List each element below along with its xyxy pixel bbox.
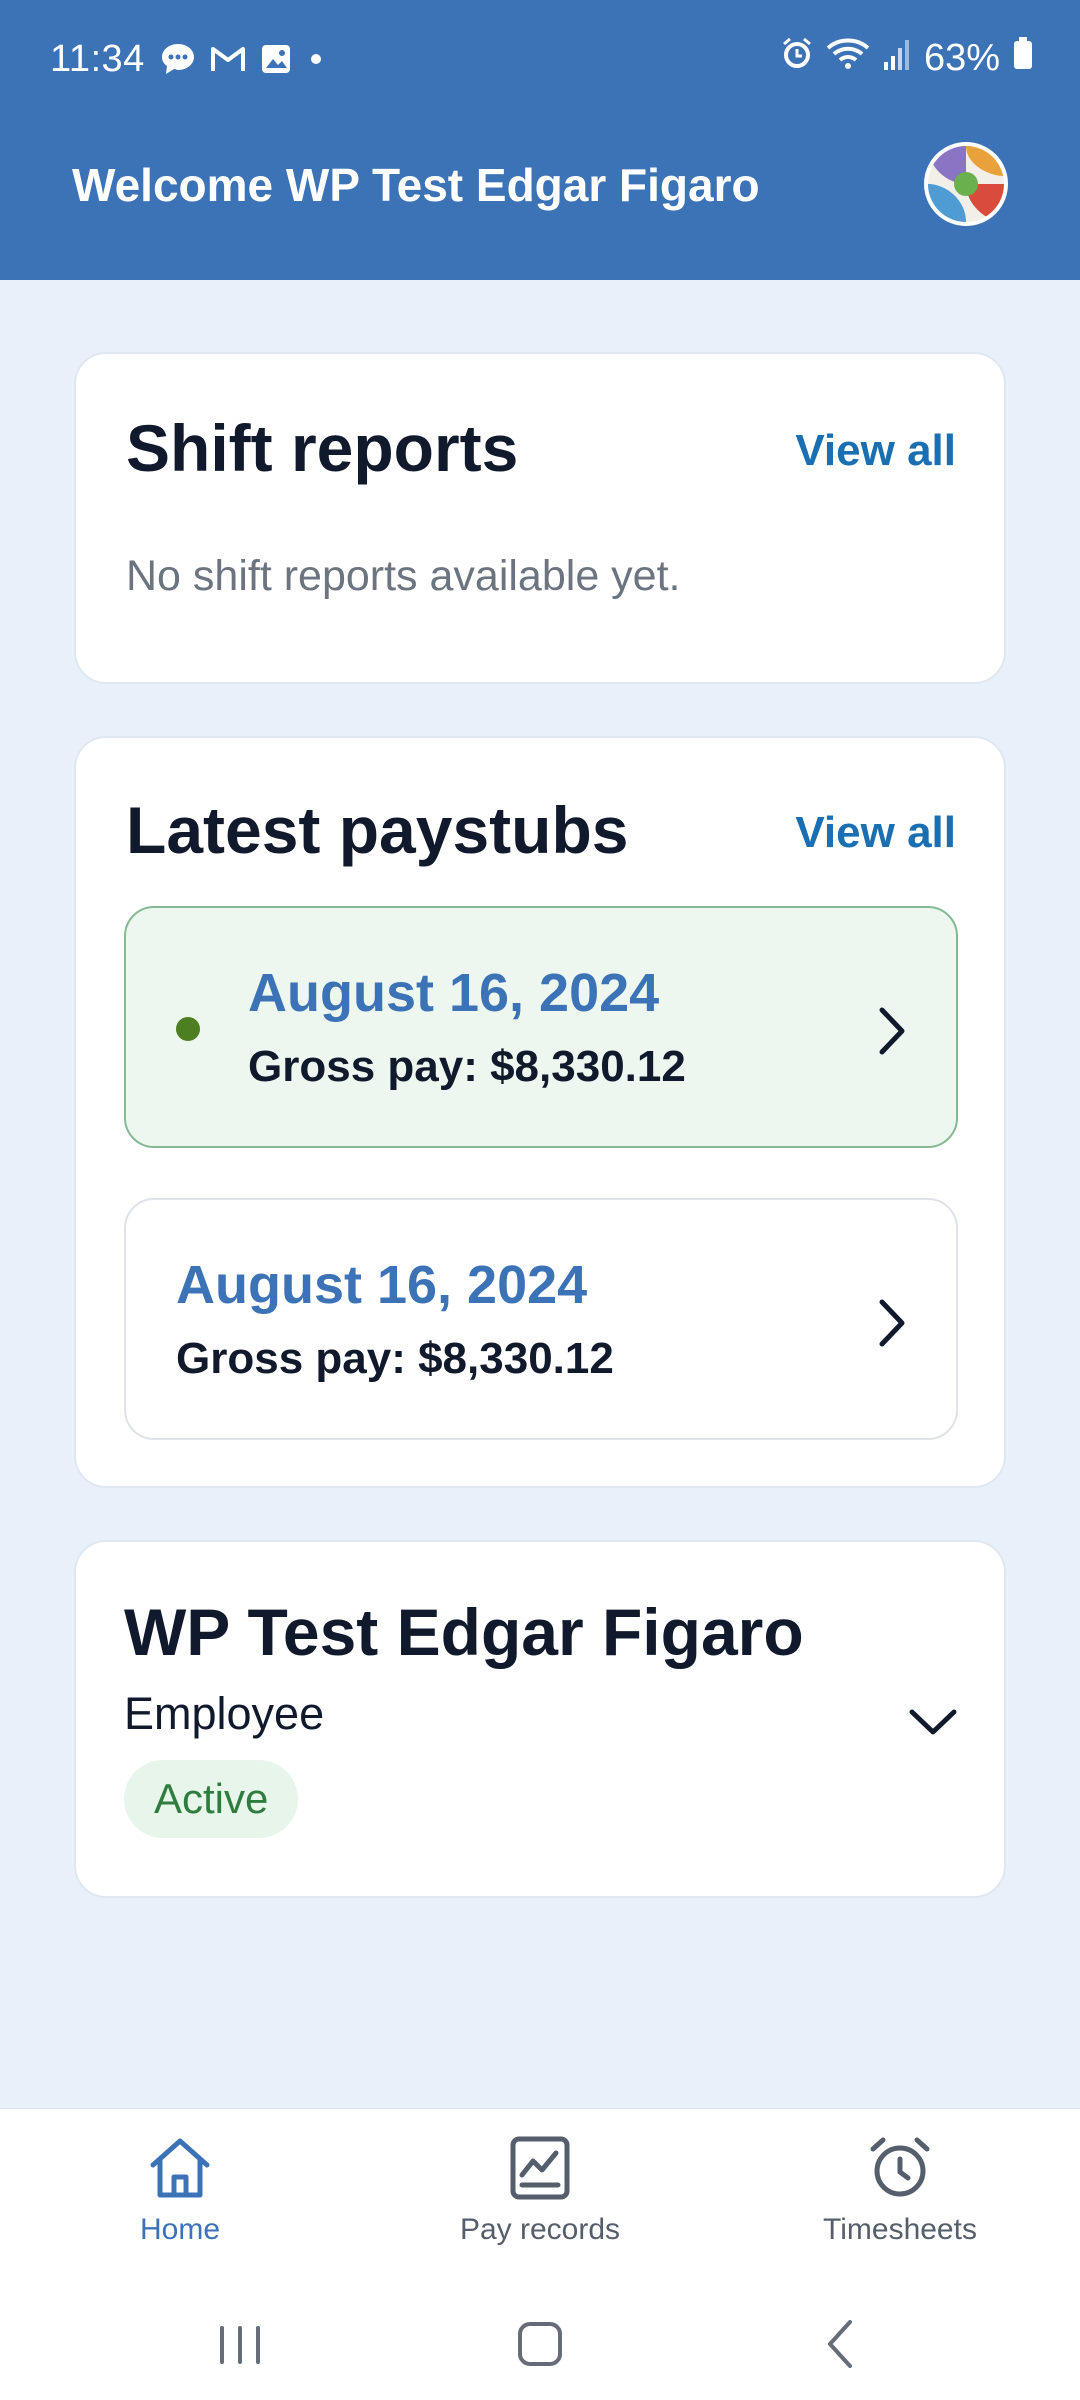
back-button[interactable] [780,2308,900,2380]
paystub-gross-pay: Gross pay: $8,330.12 [248,1042,686,1091]
avatar-pattern-icon [928,146,1004,222]
home-system-button[interactable] [480,2308,600,2380]
paystub-item[interactable]: August 16, 2024 Gross pay: $8,330.12 [124,1198,958,1440]
nav-item-pay-records[interactable]: Pay records [360,2109,720,2289]
alarm-clock-icon [870,2137,930,2197]
shift-reports-title: Shift reports [126,411,519,485]
status-badge: Active [124,1760,299,1838]
page-title: Welcome WP Test Edgar Figaro [72,159,760,211]
paystub-date: August 16, 2024 [248,963,660,1023]
unread-indicator-dot [176,1017,200,1041]
paystubs-view-all-link[interactable]: View all [795,808,956,858]
nav-label-home: Home [139,2213,221,2246]
avatar[interactable] [924,142,1008,226]
chart-icon [510,2136,570,2200]
profile-role: Employee [124,1688,325,1739]
chevron-down-icon[interactable] [906,1704,960,1740]
recent-apps-button[interactable] [180,2308,300,2380]
status-time: 11:34 [50,38,145,80]
chevron-right-icon [879,1007,905,1055]
signal-icon [882,37,912,80]
profile-card: WP Test Edgar Figaro Employee Active [74,1540,1006,1898]
bottom-nav: Home Pay records Timesheets [0,2108,1080,2288]
alarm-icon [780,36,814,80]
chevron-right-icon [879,1299,905,1347]
nav-item-timesheets[interactable]: Timesheets [720,2109,1080,2289]
nav-label-pay-records: Pay records [459,2213,621,2246]
battery-icon [1012,36,1034,80]
shift-reports-card: Shift reports View all No shift reports … [74,352,1006,684]
paystubs-title: Latest paystubs [126,793,629,867]
dot-icon [306,49,326,69]
gmail-icon [210,45,246,73]
profile-name: WP Test Edgar Figaro [124,1595,804,1669]
system-icons: 63% [780,36,1034,80]
gallery-icon [260,43,292,75]
battery-percent: 63% [923,36,1000,79]
paystub-gross-pay: Gross pay: $8,330.12 [176,1334,614,1383]
shift-reports-empty-message: No shift reports available yet. [126,552,681,600]
shift-reports-view-all-link[interactable]: View all [795,426,956,476]
wifi-icon [826,36,870,80]
paystub-item-latest[interactable]: August 16, 2024 Gross pay: $8,330.12 [124,906,958,1148]
system-nav-bar [0,2288,1080,2400]
chat-bubble-icon [160,42,196,76]
notification-icons [160,42,326,76]
status-bar: 11:34 63% [0,0,1080,120]
paystub-date: August 16, 2024 [176,1255,588,1315]
home-icon [150,2138,210,2198]
back-arrow-icon [828,2320,852,2368]
home-square-icon [518,2322,562,2366]
nav-item-home[interactable]: Home [0,2109,360,2289]
app-header: 11:34 63% Welcome WP Test Edgar Figaro [0,0,1080,280]
paystubs-card: Latest paystubs View all August 16, 2024… [74,736,1006,1488]
nav-label-timesheets: Timesheets [823,2213,977,2246]
recent-apps-icon [220,2326,260,2364]
